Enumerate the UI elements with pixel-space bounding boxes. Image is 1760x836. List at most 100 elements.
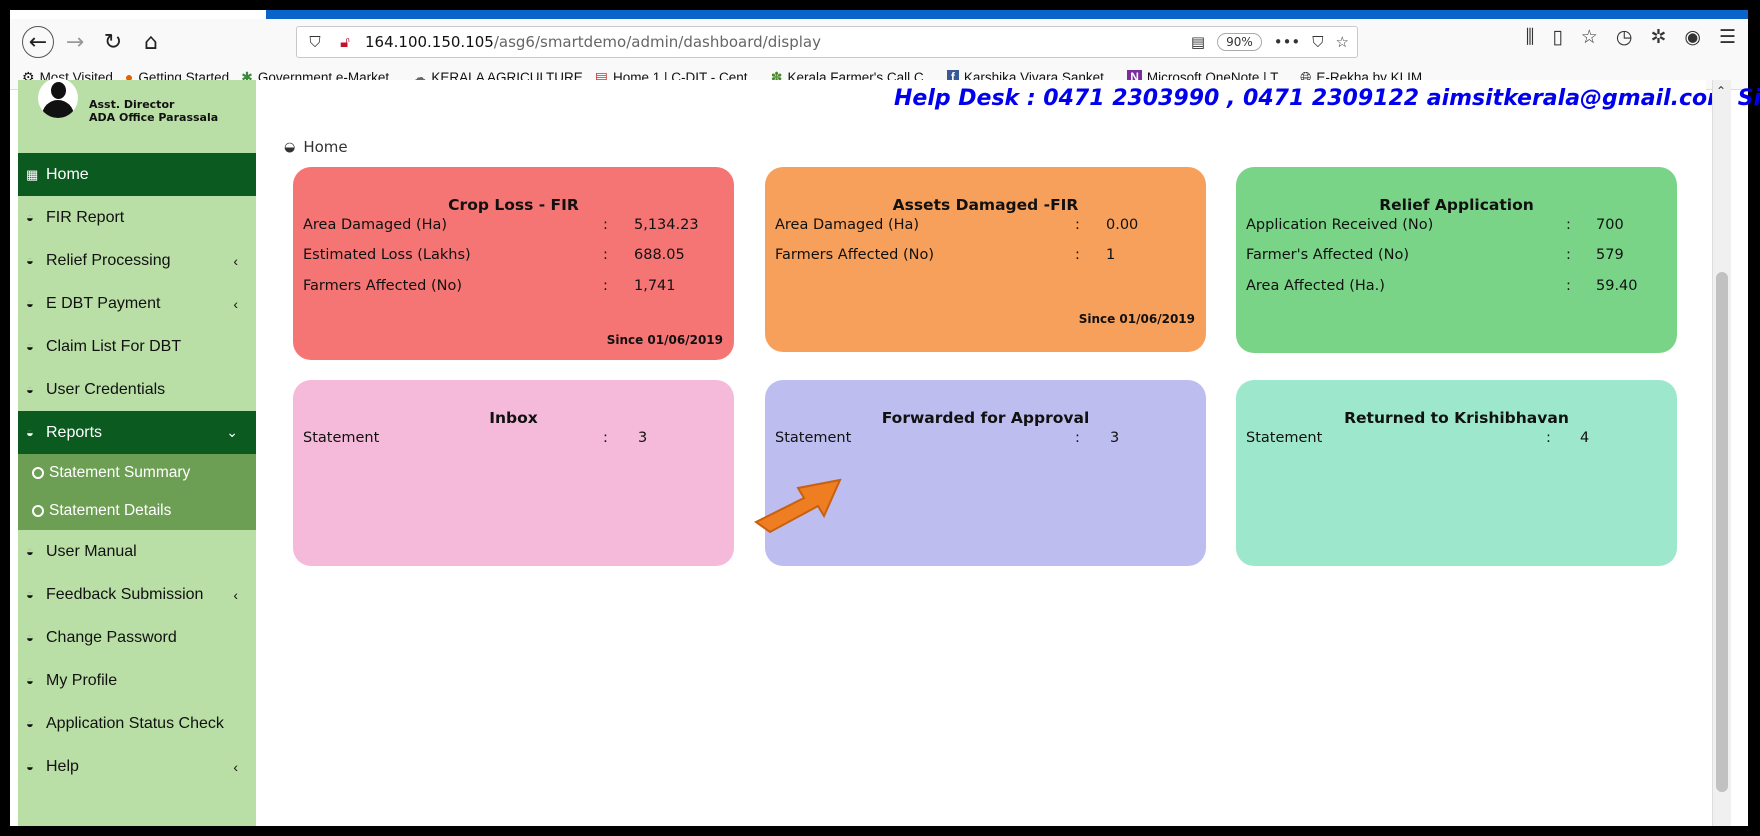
dashboard-icon: ◒ — [26, 630, 34, 645]
card-row: Statement: 3 — [303, 430, 724, 450]
card-title: Crop Loss - FIR — [448, 196, 579, 214]
address-bar[interactable]: ⛉ 🔓︎ 164.100.150.105/asg6/smartdemo/admi… — [296, 26, 1358, 58]
sidebar-item-relief-processing[interactable]: ◒ Relief Processing ‹ — [18, 239, 256, 282]
card-since: Since 01/06/2019 — [1078, 312, 1195, 326]
row-colon: : — [1546, 430, 1551, 446]
card-row: Statement: 4 — [1246, 430, 1667, 450]
breadcrumb: ◒ Home — [284, 138, 348, 156]
account-icon[interactable]: ◉ — [1684, 26, 1701, 48]
card-row: Farmers Affected (No): 1 — [775, 247, 1196, 267]
card-returned-to-krishibhavan[interactable]: Returned to Krishibhavan Statement: 4 — [1236, 380, 1677, 566]
sidebar-item-reports[interactable]: ◒ Reports ⌄ — [18, 411, 256, 454]
sidebar-item-label: Change Password — [46, 628, 177, 646]
sidebar-item-change-password[interactable]: ◒ Change Password — [18, 616, 256, 659]
star-icon[interactable]: ☆ — [1336, 33, 1349, 51]
home-icon[interactable]: ⌂ — [134, 25, 168, 59]
card-assets-damaged[interactable]: Assets Damaged -FIR Area Damaged (Ha): 0.… — [765, 167, 1206, 352]
chevron-up-icon[interactable]: ⌃ — [1716, 84, 1726, 98]
chevron-left-icon: ‹ — [233, 586, 238, 603]
card-crop-loss[interactable]: Crop Loss - FIR Area Damaged (Ha): 5,134.… — [293, 167, 734, 360]
pocket-icon[interactable]: ⛉ — [1312, 33, 1323, 51]
row-value: 3 — [1110, 430, 1120, 446]
card-row: Farmers Affected (No): 1,741 — [303, 278, 724, 298]
bookmark-star-icon[interactable]: ☆ — [1581, 26, 1598, 48]
sidebar-item-user-credentials[interactable]: ◒ User Credentials — [18, 368, 256, 411]
user-office: ADA Office Parassala — [89, 111, 219, 124]
sidebar-item-label: User Manual — [46, 542, 137, 560]
sidebar-item-label: User Credentials — [46, 380, 166, 398]
row-value: 4 — [1580, 430, 1590, 446]
dashboard-icon: ◒ — [26, 544, 34, 559]
row-colon: : — [603, 247, 608, 263]
sidebar-item-statement-summary[interactable]: Statement Summary — [18, 454, 256, 492]
sidebar-menu: ▦ Home ◒ FIR Report ◒ Relief Processing ‹ ◒ E… — [18, 153, 256, 788]
url-path: /asg6/smartdemo/admin/dashboard/display — [493, 33, 821, 51]
sidebar-item-label: FIR Report — [46, 208, 125, 226]
row-colon: : — [603, 278, 608, 294]
dashboard-icon: ◒ — [26, 253, 34, 268]
library-icon[interactable]: ⫼ — [1526, 26, 1535, 48]
row-label: Farmer's Affected (No) — [1246, 247, 1410, 263]
zoom-badge[interactable]: 90% — [1217, 33, 1262, 51]
row-colon: : — [1075, 430, 1080, 446]
row-value: 1,741 — [634, 278, 676, 294]
main-content: Help Desk : 0471 2303990 , 0471 2309122 … — [256, 80, 1760, 826]
card-since: Since 01/06/2019 — [606, 333, 723, 347]
sidebar-item-home[interactable]: ▦ Home — [18, 153, 256, 196]
sidebar-item-my-profile[interactable]: ◒ My Profile — [18, 659, 256, 702]
dashboard-icon: ◒ — [26, 759, 34, 774]
card-row: Area Damaged (Ha): 0.00 — [775, 217, 1196, 237]
dashboard-icon: ◒ — [26, 425, 34, 440]
dashboard-icon: ◒ — [26, 716, 34, 731]
sidebar-item-label: Relief Processing — [46, 251, 171, 269]
row-value: 5,134.23 — [634, 217, 699, 233]
breadcrumb-label[interactable]: Home — [303, 138, 347, 156]
row-label: Farmers Affected (No) — [303, 278, 463, 294]
sidebar-item-edbt-payment[interactable]: ◒ E DBT Payment ‹ — [18, 282, 256, 325]
sidebar-item-statement-details[interactable]: Statement Details — [18, 492, 256, 530]
sidebar-item-claim-list[interactable]: ◒ Claim List For DBT — [18, 325, 256, 368]
row-value: 579 — [1596, 247, 1624, 263]
avatar — [38, 78, 78, 118]
helpdesk-marquee: Help Desk : 0471 2303990 , 0471 2309122 … — [894, 86, 1760, 111]
shield-icon[interactable]: ⛉ — [303, 33, 327, 51]
sidebar-item-feedback[interactable]: ◒ Feedback Submission ‹ — [18, 573, 256, 616]
grid-icon: ▦ — [26, 166, 39, 182]
sidebar: Asst. Director ADA Office Parassala ▦ Hom… — [18, 78, 256, 826]
scrollbar-thumb[interactable] — [1716, 272, 1728, 792]
row-colon: : — [1566, 278, 1571, 294]
sidebar-item-help[interactable]: ◒ Help ‹ — [18, 745, 256, 788]
sidebar-toggle-icon[interactable]: ▯ — [1552, 26, 1562, 48]
card-relief-application[interactable]: Relief Application Application Received … — [1236, 167, 1677, 353]
row-colon: : — [1566, 217, 1571, 233]
page-scrollbar[interactable]: ⌃ — [1712, 80, 1731, 826]
dashboard-icon: ◒ — [284, 139, 296, 155]
sidebar-item-fir-report[interactable]: ◒ FIR Report — [18, 196, 256, 239]
card-title: Forwarded for Approval — [881, 409, 1090, 427]
chevron-down-icon: ⌄ — [226, 424, 238, 440]
row-value: 3 — [638, 430, 648, 446]
forward-arrow-icon[interactable]: → — [58, 25, 92, 59]
dashboard-icon: ◒ — [26, 673, 34, 688]
row-label: Application Received (No) — [1246, 217, 1434, 233]
card-inbox[interactable]: Inbox Statement: 3 — [293, 380, 734, 566]
history-clock-icon[interactable]: ◷ — [1616, 26, 1633, 48]
tab-strip — [266, 10, 1748, 19]
card-row: Area Damaged (Ha): 5,134.23 — [303, 217, 724, 237]
back-arrow-icon[interactable]: ← — [22, 26, 54, 58]
row-label: Area Damaged (Ha) — [303, 217, 448, 233]
card-title: Assets Damaged -FIR — [892, 196, 1079, 214]
row-label: Statement — [775, 430, 852, 446]
extension-gear-icon[interactable]: ✲ — [1650, 26, 1666, 48]
orange-arrow-icon — [754, 478, 842, 534]
user-role: Asst. Director — [89, 98, 175, 111]
more-icon[interactable]: ••• — [1274, 33, 1301, 51]
chevron-left-icon: ‹ — [233, 758, 238, 775]
reload-icon[interactable]: ↻ — [96, 25, 130, 59]
menu-icon[interactable]: ☰ — [1719, 26, 1736, 48]
reader-view-icon[interactable]: ▤ — [1191, 33, 1205, 51]
sidebar-item-application-status[interactable]: ◒ Application Status Check — [18, 702, 256, 745]
sidebar-item-user-manual[interactable]: ◒ User Manual — [18, 530, 256, 573]
sidebar-item-label: Help — [46, 757, 79, 775]
insecure-lock-icon[interactable]: 🔓︎ — [333, 33, 357, 51]
